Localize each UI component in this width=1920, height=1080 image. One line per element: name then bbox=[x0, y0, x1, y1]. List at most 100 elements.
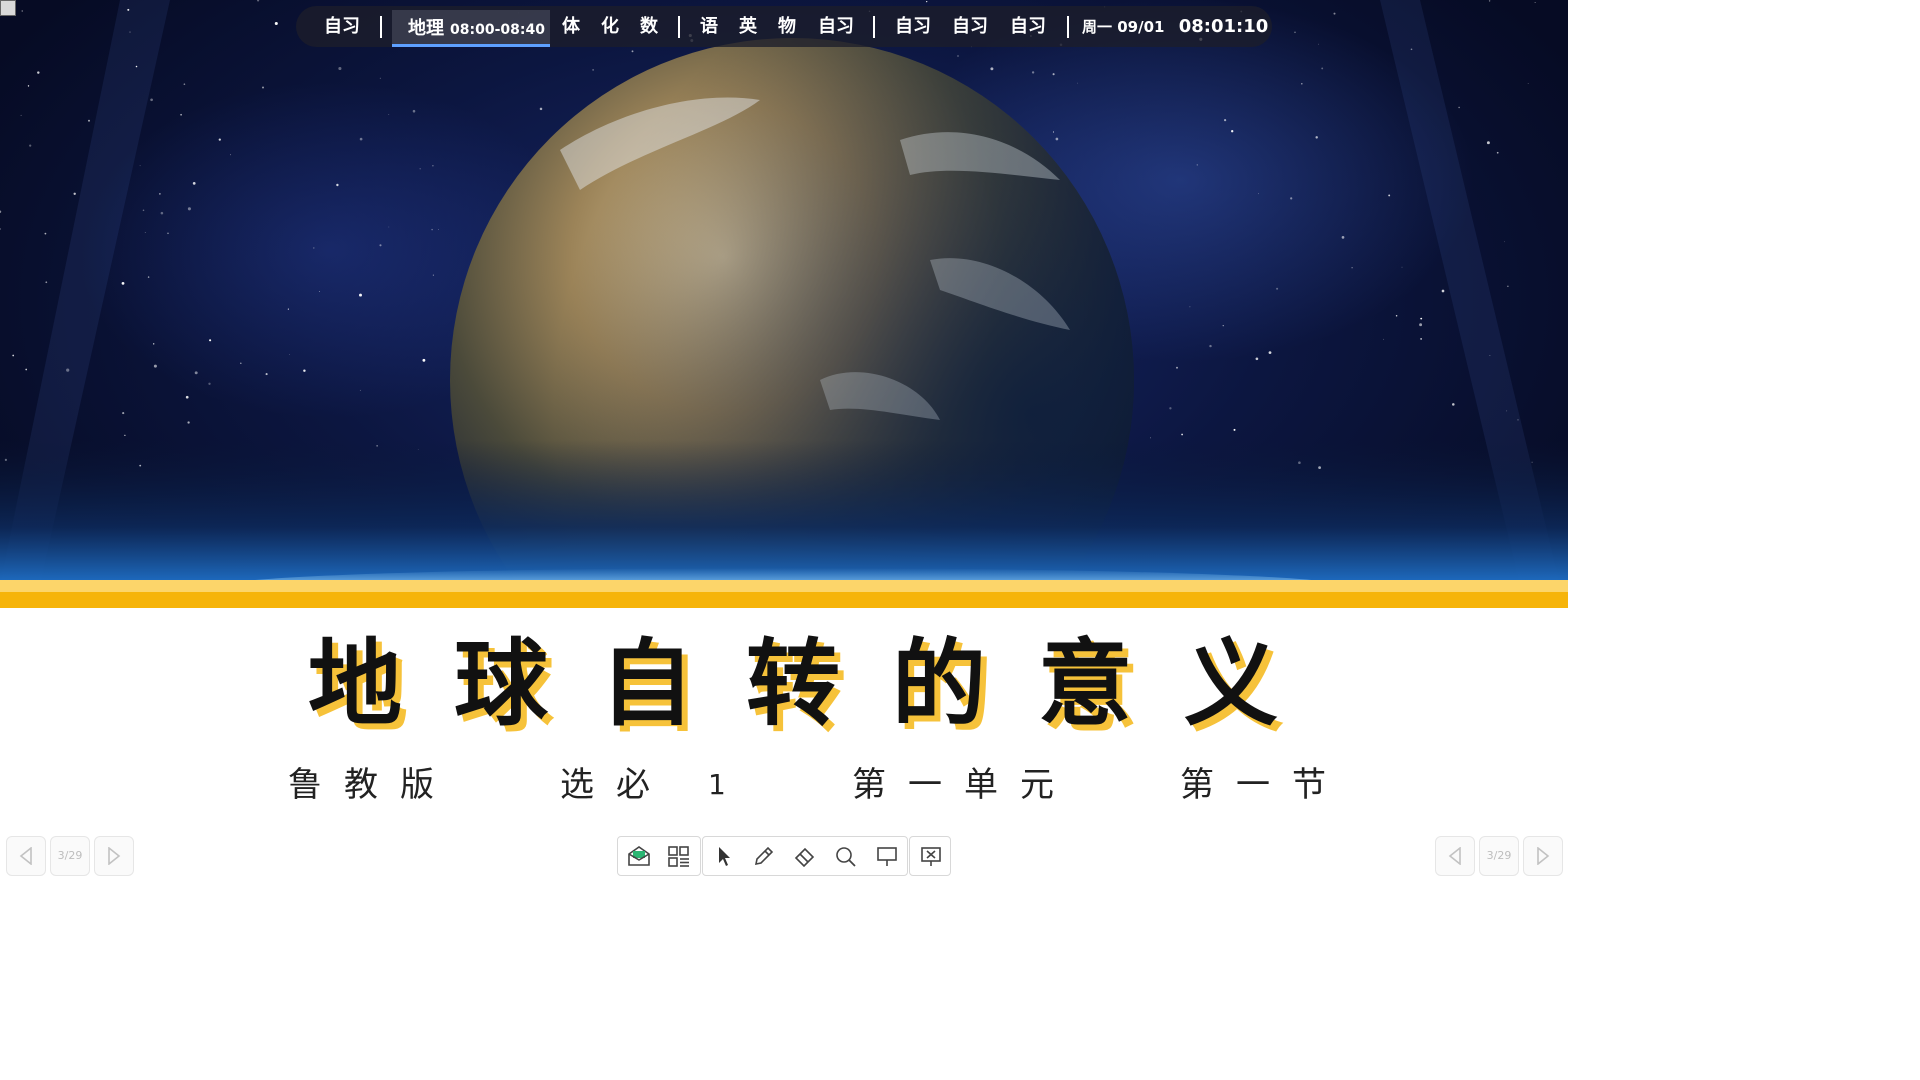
schedule-item-a1: 化 bbox=[601, 16, 619, 37]
current-period: 地理 08:00-08:40 bbox=[392, 10, 550, 47]
star bbox=[144, 232, 146, 233]
star bbox=[1507, 285, 1509, 288]
chevron-left-icon bbox=[19, 846, 32, 866]
star bbox=[150, 98, 153, 102]
star bbox=[192, 182, 196, 185]
star bbox=[359, 293, 362, 297]
toolbar-envelope-button[interactable] bbox=[618, 837, 658, 875]
exit-show-icon bbox=[921, 847, 941, 866]
page-navigator-right: 3/29 bbox=[1435, 836, 1565, 876]
subtitle-book-number: 1 bbox=[708, 768, 748, 801]
star bbox=[539, 107, 543, 111]
star bbox=[21, 10, 23, 12]
chevron-left-icon bbox=[1448, 846, 1461, 866]
star bbox=[1420, 338, 1422, 340]
star bbox=[1496, 151, 1499, 154]
star bbox=[1420, 317, 1423, 320]
star bbox=[20, 114, 22, 116]
star bbox=[990, 67, 994, 71]
star bbox=[1517, 419, 1519, 421]
star bbox=[73, 192, 76, 195]
schedule-separator bbox=[1067, 16, 1069, 38]
title-char: 自 bbox=[599, 630, 694, 739]
next-page-button[interactable] bbox=[94, 836, 134, 876]
current-period-indicator bbox=[392, 44, 550, 47]
schedule-item-a0: 体 bbox=[562, 16, 580, 37]
star bbox=[180, 113, 182, 116]
star bbox=[1506, 410, 1508, 412]
star bbox=[388, 226, 390, 228]
schedule-item-a2: 数 bbox=[640, 16, 658, 37]
star bbox=[1534, 1, 1536, 3]
star bbox=[44, 232, 47, 235]
prev-page-button[interactable] bbox=[1435, 836, 1475, 876]
eraser-icon bbox=[794, 847, 815, 867]
star bbox=[121, 282, 125, 285]
toolbar-whiteboard-button[interactable] bbox=[866, 837, 906, 875]
star bbox=[122, 412, 125, 415]
subtitle-section: 第一节 bbox=[1180, 765, 1348, 805]
star bbox=[135, 65, 138, 68]
toolbar-group-apps bbox=[617, 836, 701, 876]
toolbar-eraser-button[interactable] bbox=[784, 837, 824, 875]
magnifier-icon bbox=[836, 847, 856, 867]
grid-icon bbox=[668, 846, 689, 867]
star bbox=[1486, 141, 1490, 145]
star bbox=[1527, 83, 1529, 84]
star bbox=[262, 86, 264, 89]
toolbar-pen-button[interactable] bbox=[743, 837, 783, 875]
star bbox=[1290, 197, 1293, 200]
star bbox=[160, 211, 164, 215]
star bbox=[1224, 119, 1227, 122]
schedule-item-b2: 物 bbox=[778, 16, 796, 37]
star bbox=[256, 0, 260, 2]
star bbox=[1441, 289, 1445, 293]
star bbox=[274, 21, 278, 26]
clock-label: 08:01:10 bbox=[1178, 16, 1269, 37]
star bbox=[88, 119, 90, 122]
schedule-item-c0: 自习 bbox=[895, 16, 931, 37]
presentation-toolbar bbox=[617, 836, 951, 876]
star bbox=[240, 362, 242, 364]
star bbox=[1055, 137, 1059, 141]
star bbox=[1077, 82, 1078, 84]
star bbox=[37, 71, 40, 74]
star bbox=[1333, 12, 1336, 15]
toolbar-magnifier-button[interactable] bbox=[825, 837, 865, 875]
star bbox=[194, 371, 198, 375]
earth-illustration bbox=[0, 0, 1568, 585]
star bbox=[159, 193, 161, 195]
slideshow-stage: 自习 地理 08:00-08:40 体 化 数 语 英 物 自习 自习 自习 自… bbox=[0, 0, 1568, 882]
star bbox=[66, 368, 70, 372]
schedule-item-b1: 英 bbox=[739, 16, 757, 37]
star bbox=[1489, 354, 1491, 356]
star bbox=[412, 109, 416, 113]
class-schedule-bar: 自习 地理 08:00-08:40 体 化 数 语 英 物 自习 自习 自习 自… bbox=[296, 6, 1272, 47]
toolbar-grid-button[interactable] bbox=[658, 837, 698, 875]
star bbox=[1301, 83, 1303, 85]
star bbox=[1351, 267, 1353, 269]
schedule-separator bbox=[678, 16, 680, 38]
schedule-item-c1: 自习 bbox=[952, 16, 988, 37]
star bbox=[0, 228, 2, 230]
star bbox=[183, 83, 186, 86]
toolbar-pointer-button[interactable] bbox=[703, 837, 743, 875]
next-page-button[interactable] bbox=[1523, 836, 1563, 876]
star bbox=[287, 308, 289, 310]
star bbox=[338, 66, 342, 71]
star bbox=[419, 168, 421, 170]
slide-title: 地 球 自 转 的 意 义 bbox=[0, 630, 1568, 740]
toolbar-exit-show-button[interactable] bbox=[910, 837, 950, 875]
subtitle-book: 选必 bbox=[560, 765, 672, 805]
schedule-item-0: 自习 bbox=[324, 16, 360, 37]
whiteboard-icon bbox=[877, 847, 897, 866]
star bbox=[1150, 437, 1151, 439]
star bbox=[432, 165, 434, 167]
star bbox=[379, 244, 382, 247]
slide-subtitle: 鲁教版 选必 1 第一单元 第一节 bbox=[0, 760, 1568, 810]
prev-page-button[interactable] bbox=[6, 836, 46, 876]
star bbox=[438, 229, 439, 230]
star bbox=[1315, 136, 1318, 139]
star bbox=[388, 114, 390, 115]
star bbox=[230, 154, 232, 156]
